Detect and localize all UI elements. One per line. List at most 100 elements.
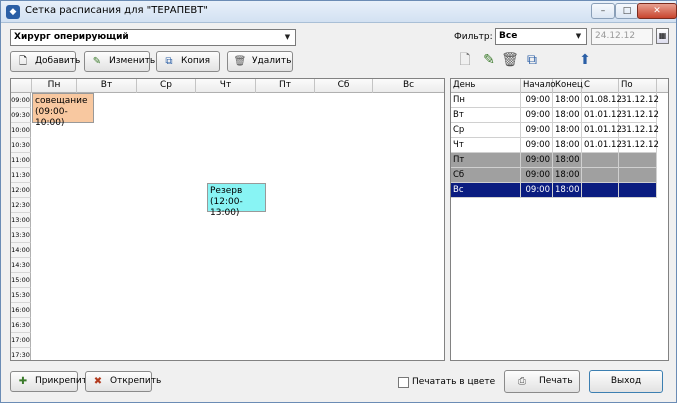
cell-start: 09:00 [521,138,553,152]
calendar-icon[interactable]: ▦ [656,28,669,44]
copy-icon: ⧉ [165,56,173,67]
table-row[interactable]: Вт 09:00 18:00 01.01.12 31.12.12 [451,108,659,123]
cell-from: 01.01.12 [584,123,622,137]
exit-button-label: Выход [610,376,642,386]
title-bar: ◆ Сетка расписания для "ТЕРАПЕВТ" – □ ✕ [1,1,677,23]
schedule-event[interactable]: Резерв (12:00-13:00) [207,183,266,218]
cell-to: 31.12.12 [621,123,659,137]
color-print-label: Печатать в цвете [412,377,496,387]
date-field[interactable]: 24.12.12 [591,28,653,45]
cell-day: Сб [451,168,521,182]
add-button[interactable]: 🗋 Добавить [10,51,80,72]
detach-button-label: Открепить [110,376,162,386]
print-button-label: Печать [539,376,573,386]
color-print-checkbox[interactable] [398,377,409,388]
event-title: совещание [35,96,88,106]
doctor-select[interactable]: Хирург оперирующий ▼ [10,29,296,46]
minimize-button[interactable]: – [591,3,615,19]
trash-icon[interactable]: 🗑 [501,50,519,70]
filter-select-value: Все [499,31,518,41]
delete-button[interactable]: 🗑 Удалить [227,51,293,72]
cell-day: Чт [451,138,521,152]
time-slot: 12:00 [11,183,31,198]
time-slot: 13:00 [11,213,31,228]
edit-icon: ✎ [92,56,102,67]
event-time: (12:00-13:00) [210,197,243,218]
cell-day: Ср [451,123,521,137]
time-slot: 11:30 [11,168,31,183]
cell-start: 09:00 [521,168,553,182]
cell-end: 18:00 [553,153,582,167]
day-header: Пт [256,79,315,93]
time-slot: 09:00 [11,93,31,108]
schedule-table: День Начало Конец С По Пн 09:00 18:00 01… [450,78,669,361]
arrow-up-icon[interactable]: ⬆ [576,50,594,70]
cell-start: 09:00 [521,93,553,107]
time-slot: 16:00 [11,303,31,318]
cell-from [582,168,619,182]
filter-label: Фильтр: [454,32,493,42]
event-time: (09:00-10:00) [35,107,68,128]
add-button-label: Добавить [35,56,81,66]
schedule-event[interactable]: совещание (09:00-10:00) [32,93,94,128]
cell-end: 18:00 [553,168,582,182]
cell-from: 01.01.12 [584,138,622,152]
cell-to: 31.12.12 [621,93,659,107]
cell-to [619,183,657,197]
cell-end: 18:00 [553,108,582,122]
cell-to: 31.12.12 [621,108,659,122]
schedule-window: ◆ Сетка расписания для "ТЕРАПЕВТ" – □ ✕ … [0,0,677,403]
filter-select[interactable]: Все ▼ [495,28,587,45]
cell-to [619,168,657,182]
schedule-grid-header: Пн Вт Ср Чт Пт Сб Вс [11,79,444,93]
cell-end: 18:00 [553,93,582,107]
cell-end: 18:00 [553,183,582,197]
table-row[interactable]: Сб 09:00 18:00 [451,168,657,183]
column-header: С [582,79,619,93]
print-button[interactable]: ⎙ Печать [504,370,580,393]
doctor-select-value: Хирург оперирующий [14,32,129,42]
new-document-icon[interactable]: 🗋 [456,50,474,70]
column-header: По [619,79,657,93]
cell-to: 31.12.12 [621,138,659,152]
time-slot: 11:00 [11,153,31,168]
edit-button[interactable]: ✎ Изменить [84,51,155,72]
copy-button-label: Копия [181,56,211,66]
detach-button[interactable]: ✖ Открепить [85,371,161,392]
cell-to [619,153,657,167]
day-header: Чт [196,79,256,93]
trash-icon: 🗑 [233,56,247,67]
day-header: Сб [315,79,373,93]
copy-icon[interactable]: ⧉ [523,50,541,70]
window-title: Сетка расписания для "ТЕРАПЕВТ" [25,5,208,16]
delete-button-label: Удалить [252,56,292,66]
time-header [11,79,32,93]
copy-button[interactable]: ⧉ Копия [156,51,220,72]
day-header: Пн [32,79,77,93]
cell-start: 09:00 [521,108,553,122]
edit-button-label: Изменить [109,56,156,66]
chevron-down-icon: ▼ [284,33,291,41]
time-slot: 14:00 [11,243,31,258]
close-button[interactable]: ✕ [637,3,677,19]
day-header: Вс [402,80,415,90]
cell-start: 09:00 [521,183,553,197]
new-document-icon: 🗋 [18,56,28,67]
attach-button[interactable]: ✚ Прикрепить [10,371,92,392]
time-slot: 14:30 [11,258,31,273]
cell-day: Вс [451,183,521,197]
day-header: Ср [137,79,196,93]
edit-icon[interactable]: ✎ [480,50,498,70]
table-row[interactable]: Пн 09:00 18:00 01.08.12 31.12.12 [451,93,659,108]
table-row-selected[interactable]: Вс 09:00 18:00 [451,183,657,198]
time-slot: 10:00 [11,123,31,138]
maximize-button[interactable]: □ [615,3,639,19]
time-slot: 15:30 [11,288,31,303]
table-row[interactable]: Чт 09:00 18:00 01.01.12 31.12.12 [451,138,659,153]
cell-from: 01.01.12 [584,108,622,122]
schedule-table-header: День Начало Конец С По [451,79,668,93]
table-row[interactable]: Пт 09:00 18:00 [451,153,657,168]
table-row[interactable]: Ср 09:00 18:00 01.01.12 31.12.12 [451,123,659,138]
time-slot: 09:30 [11,108,31,123]
exit-button[interactable]: Выход [589,370,663,393]
